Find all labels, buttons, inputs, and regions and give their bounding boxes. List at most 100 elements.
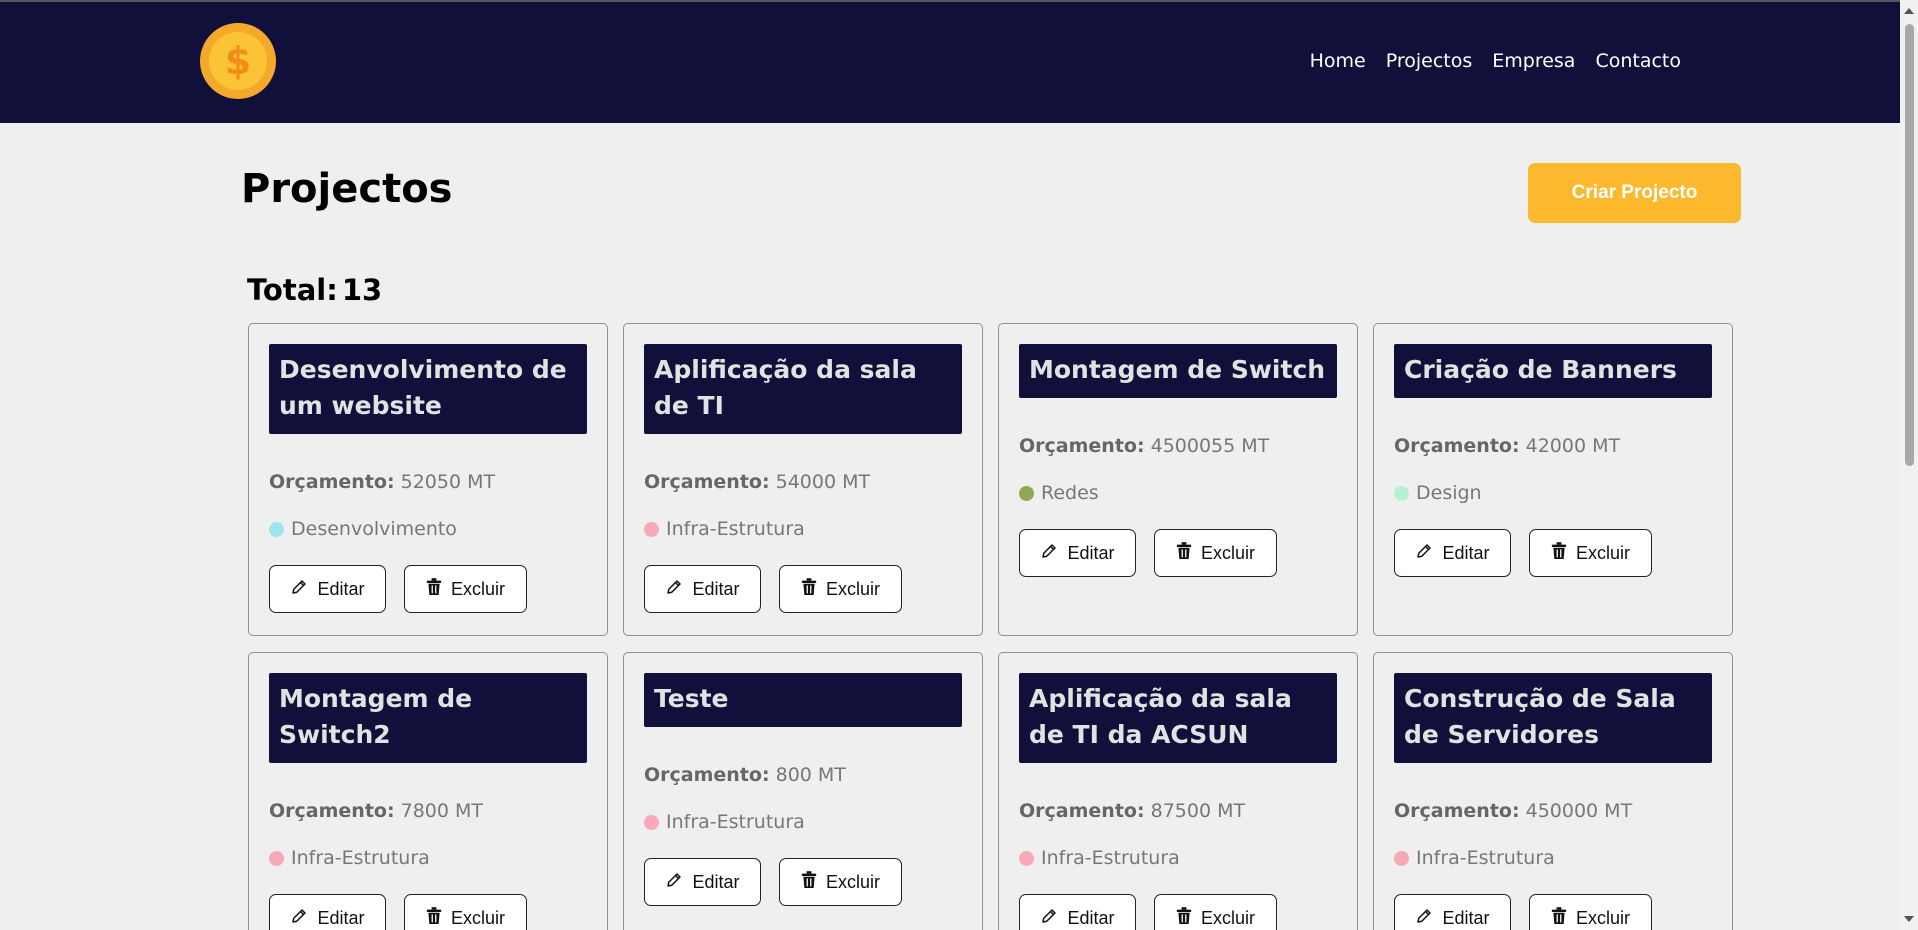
edit-button[interactable]: Editar (644, 858, 761, 906)
delete-button[interactable]: Excluir (779, 565, 902, 613)
edit-label: Editar (1067, 542, 1115, 563)
edit-label: Editar (1442, 907, 1490, 928)
category-dot-icon (1394, 850, 1409, 866)
edit-button[interactable]: Editar (644, 565, 761, 613)
create-project-button[interactable]: Criar Projecto (1528, 163, 1741, 223)
project-budget: Orçamento: 42000 MT (1394, 434, 1712, 458)
edit-label: Editar (317, 578, 365, 599)
category-label: Infra-Estrutura (666, 518, 805, 540)
budget-label: Orçamento: (1019, 435, 1145, 457)
scroll-up-arrow-icon[interactable] (1904, 8, 1914, 14)
project-card: Criação de Banners Orçamento: 42000 MT Des… (1373, 323, 1733, 636)
project-budget: Orçamento: 800 MT (644, 763, 962, 787)
scroll-down-arrow-icon[interactable] (1904, 916, 1914, 922)
total-label: Total: (247, 273, 338, 307)
project-budget: Orçamento: 4500055 MT (1019, 434, 1337, 458)
budget-label: Orçamento: (1394, 800, 1520, 822)
nav-menu: Home Projectos Empresa Contacto (1310, 50, 1681, 72)
project-category: Infra-Estrutura (1019, 846, 1337, 870)
category-dot-icon (269, 521, 284, 537)
page: $ Home Projectos Empresa Contacto Projec… (0, 0, 1918, 930)
edit-label: Editar (1442, 542, 1490, 563)
project-card: Construção de Sala de Servidores Orçament… (1373, 652, 1733, 930)
budget-value: 7800 MT (400, 800, 484, 822)
nav-link-empresa[interactable]: Empresa (1492, 50, 1575, 72)
dollar-sign-icon: $ (209, 32, 267, 90)
project-card: Teste Orçamento: 800 MT Infra-Estrutura Edi… (623, 652, 983, 930)
edit-button[interactable]: Editar (1019, 529, 1136, 577)
project-budget: Orçamento: 7800 MT (269, 799, 587, 823)
category-label: Infra-Estrutura (666, 811, 805, 833)
edit-button[interactable]: Editar (269, 894, 386, 930)
budget-value: 52050 MT (400, 471, 496, 493)
project-category: Infra-Estrutura (644, 517, 962, 541)
project-title: Teste (644, 673, 962, 727)
coin-logo-icon[interactable]: $ (200, 23, 276, 99)
project-category: Infra-Estrutura (644, 810, 962, 834)
nav-link-home[interactable]: Home (1310, 50, 1366, 72)
category-dot-icon (269, 850, 284, 866)
delete-button[interactable]: Excluir (1529, 894, 1652, 930)
project-card: Aplificação da sala de TI Orçamento: 5400… (623, 323, 983, 636)
project-category: Infra-Estrutura (1394, 846, 1712, 870)
scrollbar[interactable] (1900, 0, 1918, 930)
card-actions: Editar Excluir (269, 565, 587, 613)
delete-label: Excluir (825, 578, 880, 599)
card-actions: Editar Excluir (269, 894, 587, 930)
edit-button[interactable]: Editar (269, 565, 386, 613)
budget-value: 54000 MT (775, 471, 871, 493)
edit-button[interactable]: Editar (1394, 894, 1511, 930)
delete-button[interactable]: Excluir (779, 858, 902, 906)
card-actions: Editar Excluir (1394, 529, 1712, 577)
project-grid: Desenvolvimento de um website Orçamento: … (248, 323, 1733, 930)
delete-button[interactable]: Excluir (404, 565, 527, 613)
delete-label: Excluir (1200, 542, 1255, 563)
pencil-icon (665, 578, 692, 601)
delete-button[interactable]: Excluir (1154, 894, 1277, 930)
edit-label: Editar (317, 907, 365, 928)
edit-label: Editar (1067, 907, 1115, 928)
nav-link-contacto[interactable]: Contacto (1595, 50, 1681, 72)
delete-button[interactable]: Excluir (404, 894, 527, 930)
budget-label: Orçamento: (269, 471, 395, 493)
budget-value: 42000 MT (1525, 435, 1621, 457)
project-card: Montagem de Switch2 Orçamento: 7800 MT Inf… (248, 652, 608, 930)
delete-button[interactable]: Excluir (1529, 529, 1652, 577)
pencil-icon (665, 871, 692, 894)
budget-label: Orçamento: (1394, 435, 1520, 457)
delete-label: Excluir (1200, 907, 1255, 928)
budget-value: 450000 MT (1525, 800, 1633, 822)
delete-label: Excluir (450, 578, 505, 599)
project-title: Criação de Banners (1394, 344, 1712, 398)
budget-label: Orçamento: (269, 800, 395, 822)
edit-button[interactable]: Editar (1019, 894, 1136, 930)
nav-link-projectos[interactable]: Projectos (1386, 50, 1473, 72)
card-actions: Editar Excluir (1019, 894, 1337, 930)
project-title: Aplificação da sala de TI (644, 344, 962, 434)
edit-label: Editar (692, 871, 740, 892)
category-dot-icon (644, 814, 659, 830)
project-category: Infra-Estrutura (269, 846, 587, 870)
category-dot-icon (1019, 850, 1034, 866)
pencil-icon (1415, 907, 1442, 930)
category-label: Infra-Estrutura (1416, 847, 1555, 869)
project-title: Montagem de Switch (1019, 344, 1337, 398)
pencil-icon (1040, 907, 1067, 930)
budget-value: 87500 MT (1150, 800, 1246, 822)
budget-label: Orçamento: (644, 764, 770, 786)
edit-button[interactable]: Editar (1394, 529, 1511, 577)
project-category: Redes (1019, 481, 1337, 505)
delete-label: Excluir (1575, 542, 1630, 563)
project-category: Desenvolvimento (269, 517, 587, 541)
category-label: Infra-Estrutura (291, 847, 430, 869)
pencil-icon (1040, 542, 1067, 565)
category-label: Design (1416, 482, 1482, 504)
edit-label: Editar (692, 578, 740, 599)
budget-value: 4500055 MT (1150, 435, 1270, 457)
pencil-icon (290, 578, 317, 601)
project-card: Desenvolvimento de um website Orçamento: … (248, 323, 608, 636)
pencil-icon (1415, 542, 1442, 565)
delete-button[interactable]: Excluir (1154, 529, 1277, 577)
trash-icon (1176, 541, 1201, 565)
scrollbar-thumb[interactable] (1905, 24, 1914, 466)
